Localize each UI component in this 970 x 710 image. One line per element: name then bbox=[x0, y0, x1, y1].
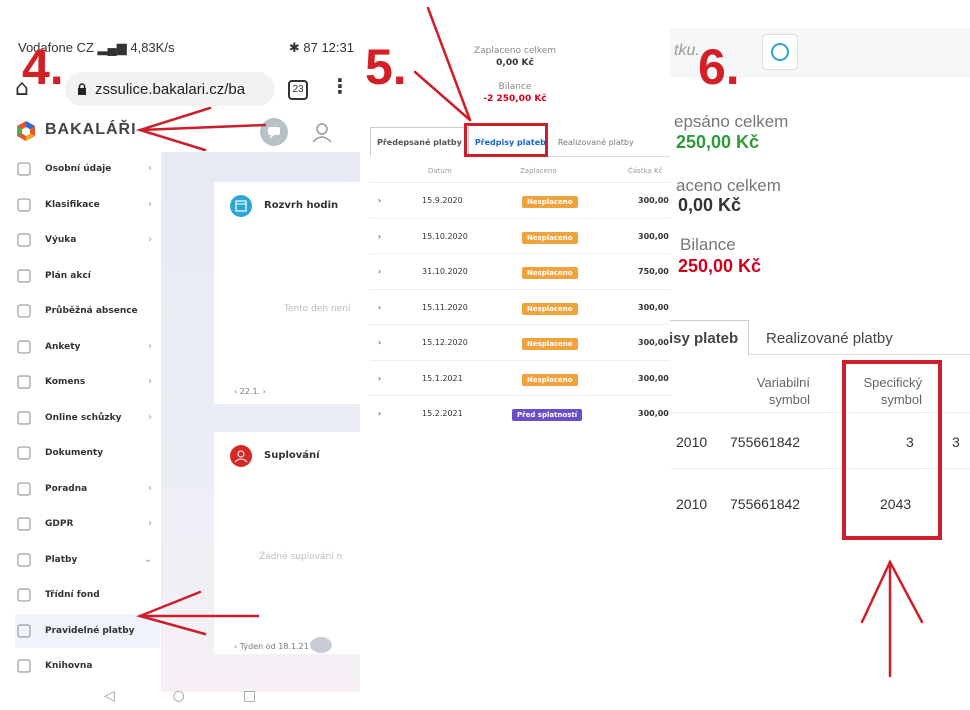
arrow-to-app-title bbox=[138, 123, 267, 132]
arrow-head-specific-symbol bbox=[860, 559, 924, 624]
annotation-arrows bbox=[135, 6, 924, 678]
arrow-head-recurring-payments bbox=[136, 590, 207, 636]
